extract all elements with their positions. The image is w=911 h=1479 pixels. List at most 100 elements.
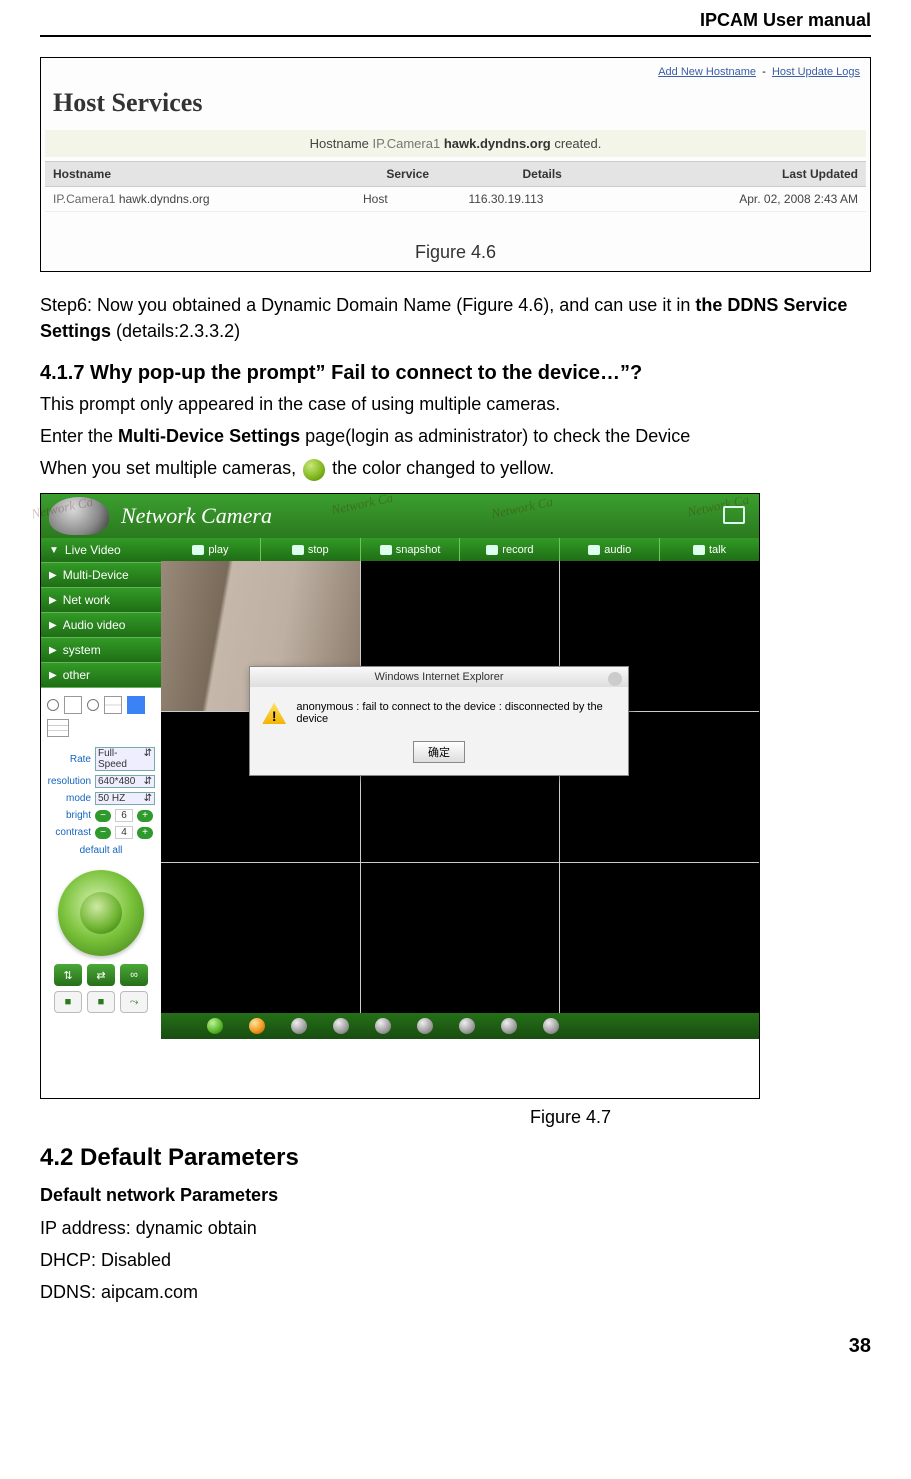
audio-button[interactable]: audio	[559, 538, 659, 561]
section-4-2-subtitle: Default network Parameters	[40, 1182, 871, 1208]
layout-2x2[interactable]	[104, 696, 122, 714]
layout-selector	[41, 688, 161, 745]
layout-3x3[interactable]	[47, 719, 69, 737]
section-4-1-7-line3: When you set multiple cameras, the color…	[40, 455, 871, 481]
col-updated: Last Updated	[624, 162, 866, 187]
close-icon[interactable]	[608, 672, 622, 686]
col-service: Service	[355, 162, 460, 187]
play-button[interactable]: play	[161, 538, 260, 561]
section-4-1-7-line1: This prompt only appeared in the case of…	[40, 391, 871, 417]
camera-header: Network Ca Network Camera Network Ca Net…	[41, 494, 759, 538]
top-links: Add New Hostname - Host Update Logs	[45, 62, 866, 82]
nav-multi-device[interactable]: ▶Multi-Device	[41, 563, 161, 588]
dialog-message: anonymous : fail to connect to the devic…	[296, 701, 616, 725]
stop-button[interactable]: stop	[260, 538, 360, 561]
param-dhcp: DHCP: Disabled	[40, 1247, 871, 1273]
video-cell-7[interactable]	[161, 863, 360, 1013]
ptz-btn-4[interactable]: ■	[54, 991, 82, 1013]
chevron-right-icon: ▶	[49, 570, 57, 581]
host-update-logs-link[interactable]: Host Update Logs	[772, 66, 860, 78]
layout-radio-2[interactable]	[87, 699, 99, 711]
bright-control: bright − 6 +	[41, 807, 161, 824]
video-cell-9[interactable]	[560, 863, 759, 1013]
contrast-value: 4	[115, 826, 133, 839]
snapshot-icon	[380, 545, 392, 555]
host-services-title: Host Services	[45, 82, 866, 128]
video-grid: Windows Internet Explorer ! anonymous : …	[161, 561, 759, 1013]
error-dialog: Windows Internet Explorer ! anonymous : …	[249, 666, 629, 776]
chevron-right-icon: ▶	[49, 645, 57, 656]
status-dot-2[interactable]	[249, 1018, 265, 1034]
chevron-right-icon: ▶	[49, 670, 57, 681]
hostname-link[interactable]: hawk.dyndns.org	[119, 192, 210, 206]
section-4-1-7-line2: Enter the Multi-Device Settings page(log…	[40, 423, 871, 449]
status-dot-6[interactable]	[417, 1018, 433, 1034]
table-row: IP.Camera1 hawk.dyndns.org Host 116.30.1…	[45, 187, 866, 212]
ptz-btn-5[interactable]: ■	[87, 991, 115, 1013]
resolution-select[interactable]: 640*480⇵	[95, 775, 155, 788]
nav-live-video[interactable]: ▼Live Video	[41, 538, 161, 563]
contrast-plus-button[interactable]: +	[137, 827, 153, 839]
contrast-minus-button[interactable]: −	[95, 827, 111, 839]
ptz-dial[interactable]	[58, 870, 144, 956]
dialog-ok-button[interactable]: 确定	[413, 741, 465, 763]
step6-text: Step6: Now you obtained a Dynamic Domain…	[40, 292, 871, 344]
warning-icon: !	[262, 702, 286, 724]
status-dot-8[interactable]	[501, 1018, 517, 1034]
ptz-btn-1[interactable]: ⇅	[54, 964, 82, 986]
layout-3x3-selected[interactable]	[127, 696, 145, 714]
talk-button[interactable]: talk	[659, 538, 759, 561]
dialog-titlebar: Windows Internet Explorer	[250, 667, 628, 687]
figure-4-6-caption: Figure 4.6	[45, 212, 866, 267]
mode-control: mode 50 HZ⇵	[41, 790, 161, 807]
bright-minus-button[interactable]: −	[95, 810, 111, 822]
status-dot-9[interactable]	[543, 1018, 559, 1034]
toolbar: play stop snapshot record audio talk	[161, 538, 759, 561]
rate-control: Rate Full-Speed⇵	[41, 745, 161, 773]
status-dot-1[interactable]	[207, 1018, 223, 1034]
add-new-hostname-link[interactable]: Add New Hostname	[658, 66, 756, 78]
status-dot-4[interactable]	[333, 1018, 349, 1034]
play-icon	[192, 545, 204, 555]
record-button[interactable]: record	[459, 538, 559, 561]
nav-system[interactable]: ▶system	[41, 638, 161, 663]
param-ddns: DDNS: aipcam.com	[40, 1279, 871, 1305]
section-4-2-title: 4.2 Default Parameters	[40, 1144, 871, 1172]
sidebar: ▼Live Video ▶Multi-Device ▶Net work ▶Aud…	[41, 538, 161, 1098]
chevron-right-icon: ▶	[49, 620, 57, 631]
display-icon[interactable]	[723, 506, 745, 524]
mode-select[interactable]: 50 HZ⇵	[95, 792, 155, 805]
chevron-right-icon: ▶	[49, 595, 57, 606]
nav-audio-video[interactable]: ▶Audio video	[41, 613, 161, 638]
bright-value: 6	[115, 809, 133, 822]
status-strip	[161, 1013, 759, 1039]
ptz-btn-2[interactable]: ⇄	[87, 964, 115, 986]
figure-4-7: Network Ca Network Camera Network Ca Net…	[40, 493, 760, 1099]
contrast-control: contrast − 4 +	[41, 824, 161, 841]
bright-plus-button[interactable]: +	[137, 810, 153, 822]
ptz-btn-6[interactable]: ⤳	[120, 991, 148, 1013]
status-dot-7[interactable]	[459, 1018, 475, 1034]
ptz-buttons: ⇅ ⇄ ∞ ■ ■ ⤳	[41, 964, 161, 1021]
header-title: IPCAM User manual	[700, 10, 871, 30]
figure-4-7-caption: Figure 4.7	[270, 1107, 871, 1128]
col-details: Details	[460, 162, 623, 187]
main-panel: play stop snapshot record audio talk	[161, 538, 759, 1098]
ptz-btn-3[interactable]: ∞	[120, 964, 148, 986]
video-cell-8[interactable]	[361, 863, 560, 1013]
layout-radio-1[interactable]	[47, 699, 59, 711]
status-dot-5[interactable]	[375, 1018, 391, 1034]
stop-icon	[292, 545, 304, 555]
layout-1x1[interactable]	[64, 696, 82, 714]
status-dot-icon	[303, 459, 325, 481]
snapshot-button[interactable]: snapshot	[360, 538, 460, 561]
status-dot-3[interactable]	[291, 1018, 307, 1034]
resolution-control: resolution 640*480⇵	[41, 773, 161, 790]
page-number: 38	[40, 1335, 871, 1358]
record-icon	[486, 545, 498, 555]
nav-other[interactable]: ▶other	[41, 663, 161, 688]
rate-select[interactable]: Full-Speed⇵	[95, 747, 155, 771]
figure-4-6: Add New Hostname - Host Update Logs Host…	[40, 57, 871, 272]
nav-network[interactable]: ▶Net work	[41, 588, 161, 613]
default-all-link[interactable]: default all	[41, 841, 161, 860]
